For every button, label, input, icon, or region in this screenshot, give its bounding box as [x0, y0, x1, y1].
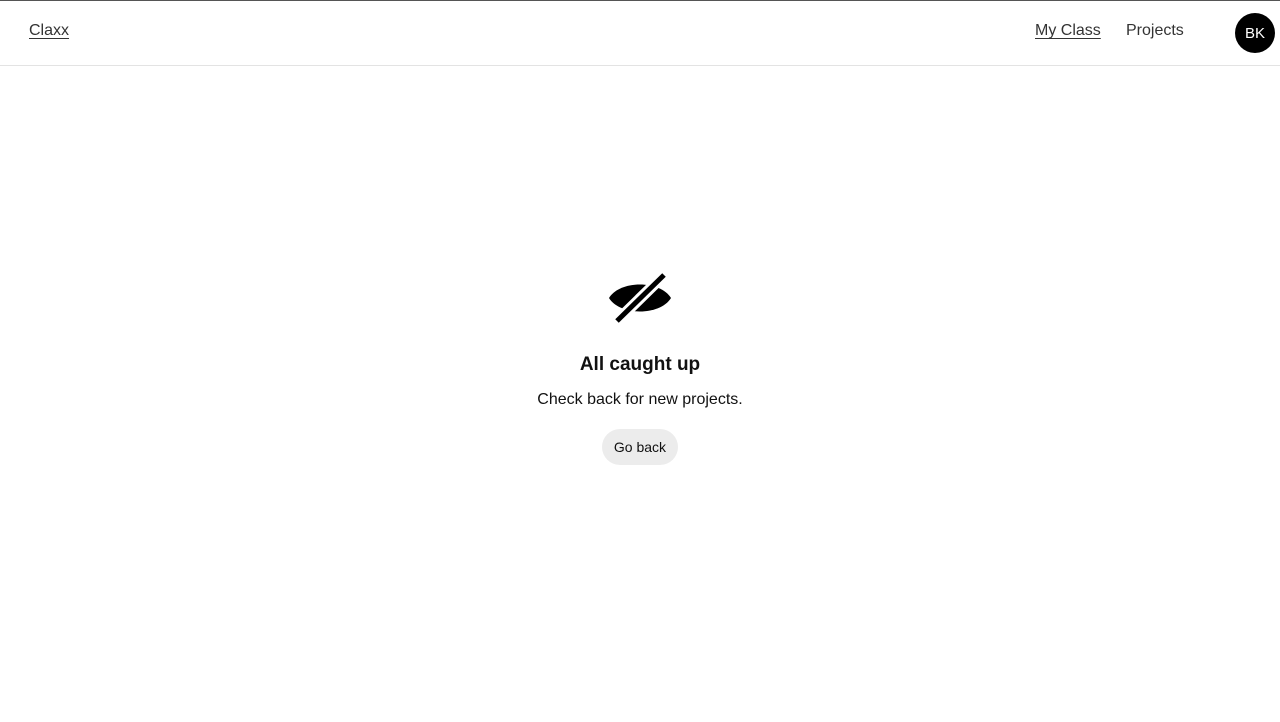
empty-state: All caught up Check back for new project…: [0, 271, 1280, 465]
empty-state-description: Check back for new projects.: [537, 391, 743, 408]
page: Claxx My Class Projects BK All caught up…: [0, 0, 1280, 722]
brand-link[interactable]: Claxx: [29, 22, 69, 40]
nav-link-projects[interactable]: Projects: [1126, 22, 1184, 40]
empty-state-title: All caught up: [579, 354, 701, 375]
eye-slash-icon: [608, 271, 672, 330]
user-avatar[interactable]: BK: [1235, 13, 1275, 53]
go-back-button[interactable]: Go back: [601, 429, 679, 465]
top-navigation-bar: Claxx My Class Projects BK: [0, 1, 1280, 66]
nav-link-my-class[interactable]: My Class: [1035, 22, 1101, 40]
